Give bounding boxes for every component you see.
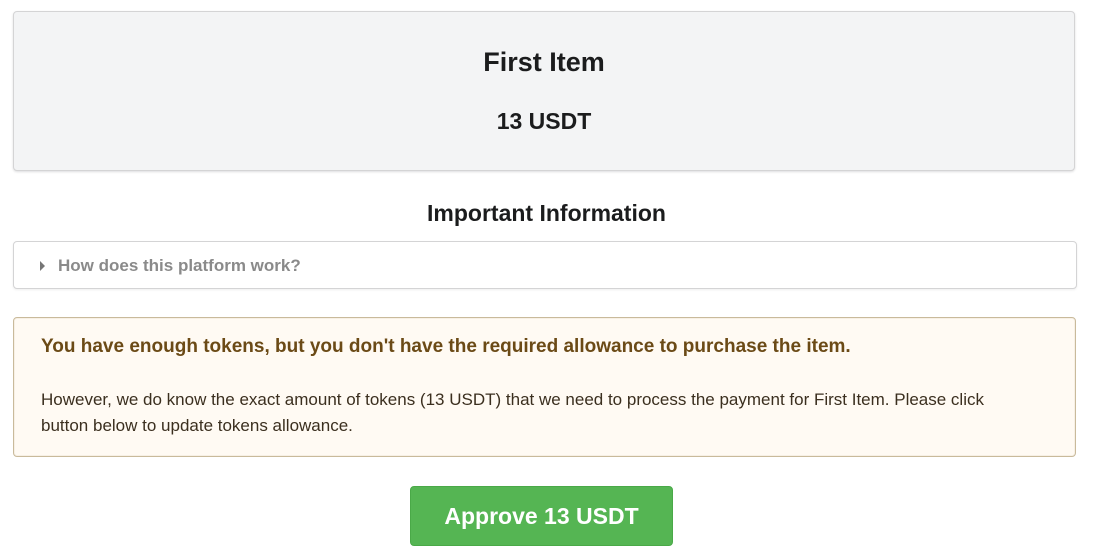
important-information-heading: Important Information [427,200,666,226]
accordion-title[interactable]: How does this platform work? [58,255,301,277]
warning-header: You have enough tokens, but you don't ha… [41,336,851,357]
platform-info-accordion[interactable]: How does this platform work? [13,241,1077,289]
item-title: First Item [483,47,605,77]
item-card: First Item 13 USDT [13,11,1075,171]
warning-body: However, we do know the exact amount of … [41,390,984,435]
allowance-warning-message: You have enough tokens, but you don't ha… [13,317,1076,457]
item-price: 13 USDT [496,108,592,134]
approve-button[interactable]: Approve 13 USDT [410,486,673,546]
caret-right-icon [40,261,45,271]
